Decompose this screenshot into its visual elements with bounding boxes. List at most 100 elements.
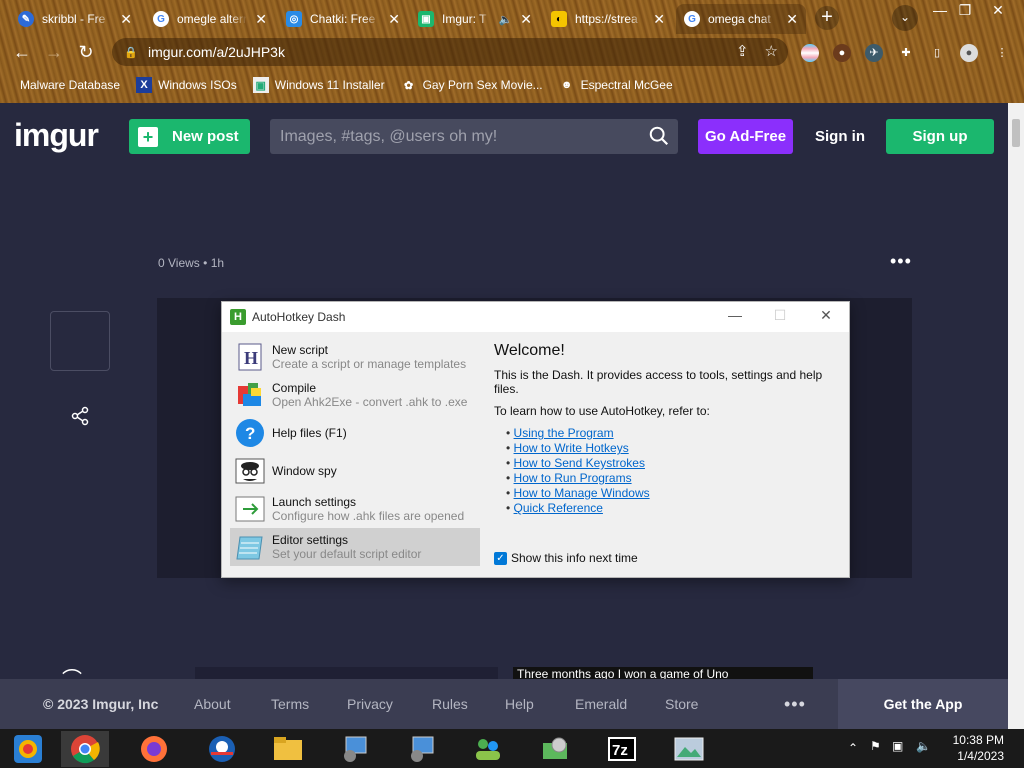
dialog-title: AutoHotkey Dash xyxy=(252,310,346,324)
avatar-extension-icon[interactable]: ● xyxy=(833,44,851,62)
get-the-app-button[interactable]: Get the App xyxy=(838,679,1008,729)
volume-icon[interactable]: 🔈 xyxy=(916,739,931,753)
footer-link-terms[interactable]: Terms xyxy=(271,696,309,712)
link-send-keystrokes[interactable]: How to Send Keystrokes xyxy=(514,456,645,470)
go-ad-free-button[interactable]: Go Ad-Free xyxy=(698,119,793,154)
dialog-close-button[interactable]: ✕ xyxy=(811,307,841,324)
related-post-caption[interactable]: Three months ago I won a game of Uno xyxy=(513,667,813,679)
star-icon[interactable]: ☆ xyxy=(765,42,778,60)
profile-icon[interactable]: ● xyxy=(960,44,978,62)
close-tab-icon[interactable]: ✕ xyxy=(653,11,665,28)
svg-text:H: H xyxy=(244,348,258,368)
reload-button[interactable]: ↻ xyxy=(74,42,98,63)
taskbar-users-icon[interactable] xyxy=(464,731,512,767)
search-input[interactable]: Images, #tags, @users oh my! xyxy=(270,119,678,154)
taskbar-firefox-icon[interactable] xyxy=(130,731,178,767)
footer-link-about[interactable]: About xyxy=(194,696,231,712)
footer-more-icon[interactable]: ••• xyxy=(784,694,806,715)
show-info-checkbox[interactable]: ✓ xyxy=(494,551,507,565)
welcome-heading: Welcome! xyxy=(494,342,565,359)
close-tab-icon[interactable]: ✕ xyxy=(120,11,132,28)
close-window-button[interactable]: ✕ xyxy=(983,2,1013,19)
launch-arrow-icon xyxy=(234,494,266,524)
address-bar[interactable]: 🔒 imgur.com/a/2uJHP3k ⇪ ☆ xyxy=(112,38,788,66)
taskbar-obama-logo-icon[interactable] xyxy=(198,731,246,767)
taskbar-7zip-icon[interactable]: 7z xyxy=(598,731,646,767)
restore-button[interactable]: ❐ xyxy=(950,2,980,19)
close-tab-icon[interactable]: ✕ xyxy=(786,11,798,28)
url-text: imgur.com/a/2uJHP3k xyxy=(148,44,285,60)
bookmark-movie[interactable]: ✿ Gay Porn Sex Movie... xyxy=(401,77,543,93)
menu-item-help-files[interactable]: ? Help files (F1) xyxy=(230,414,480,452)
more-options-icon[interactable]: ••• xyxy=(890,251,912,272)
dialog-minimize-button[interactable]: — xyxy=(720,307,750,323)
taskbar-clock[interactable]: 10:38 PM 1/4/2023 xyxy=(950,732,1004,764)
tab-search-button[interactable]: ⌄ xyxy=(892,5,918,31)
learn-text: To learn how to use AutoHotkey, refer to… xyxy=(494,404,710,418)
footer-link-emerald[interactable]: Emerald xyxy=(575,696,627,712)
close-tab-icon[interactable]: ✕ xyxy=(520,11,532,28)
scrollbar-thumb[interactable] xyxy=(1012,119,1020,147)
menu-item-new-script[interactable]: H New script Create a script or manage t… xyxy=(230,338,480,376)
link-quick-reference[interactable]: Quick Reference xyxy=(514,501,603,515)
extension-icon[interactable]: ✈ xyxy=(865,44,883,62)
bookmark-windows11-installer[interactable]: ▣ Windows 11 Installer xyxy=(252,77,385,93)
bookmark-espectral-mcgee[interactable]: ☻ Espectral McGee xyxy=(559,77,673,93)
taskbar-file-explorer-icon[interactable] xyxy=(264,731,312,767)
footer-link-help[interactable]: Help xyxy=(505,696,534,712)
taskbar-start-app-icon[interactable] xyxy=(4,731,52,767)
taskbar-setup-icon[interactable] xyxy=(331,731,379,767)
link-manage-windows[interactable]: How to Manage Windows xyxy=(514,486,650,500)
menu-icon[interactable]: ⋮ xyxy=(993,44,1011,62)
tab-skribbl[interactable]: ✎ skribbl - Fre ✕ xyxy=(10,4,140,34)
bookmark-malware-database[interactable]: Malware Database xyxy=(20,78,120,92)
taskbar-chrome-icon[interactable] xyxy=(61,731,109,767)
taskbar-photos-icon[interactable] xyxy=(665,731,713,767)
vote-box[interactable] xyxy=(50,311,110,371)
menu-item-compile[interactable]: Compile Open Ahk2Exe - convert .ahk to .… xyxy=(230,376,480,414)
footer-link-store[interactable]: Store xyxy=(665,696,698,712)
link-write-hotkeys[interactable]: How to Write Hotkeys xyxy=(514,441,629,455)
flag-extension-icon[interactable] xyxy=(801,44,819,62)
flag-icon[interactable]: ⚑ xyxy=(870,739,881,753)
new-tab-button[interactable]: + xyxy=(815,6,839,30)
tab-omega-chat[interactable]: G omega chat ✕ xyxy=(676,4,806,34)
show-info-option[interactable]: ✓ Show this info next time xyxy=(494,551,638,565)
sign-in-button[interactable]: Sign in xyxy=(808,119,872,154)
link-run-programs[interactable]: How to Run Programs xyxy=(514,471,632,485)
sign-up-button[interactable]: Sign up xyxy=(886,119,994,154)
taskbar-installer-icon[interactable] xyxy=(398,731,446,767)
taskbar-disk-icon[interactable] xyxy=(531,731,579,767)
menu-item-window-spy[interactable]: Window spy xyxy=(230,452,480,490)
imgur-logo[interactable]: imgur xyxy=(14,117,99,154)
dialog-titlebar[interactable]: H AutoHotkey Dash — ☐ ✕ xyxy=(222,302,849,332)
bookmark-windows-isos[interactable]: X Windows ISOs xyxy=(136,77,237,93)
menu-item-launch-settings[interactable]: Launch settings Configure how .ahk files… xyxy=(230,490,480,528)
back-button[interactable]: ← xyxy=(10,42,34,63)
network-icon[interactable]: ▣ xyxy=(892,739,903,753)
tab-imgur[interactable]: ▣ Imgur: T 🔈 ✕ xyxy=(410,4,540,34)
close-tab-icon[interactable]: ✕ xyxy=(388,11,400,28)
tab-chatki[interactable]: ◎ Chatki: Free ✕ xyxy=(278,4,408,34)
tab-stream[interactable]: ◐ https://strea ✕ xyxy=(543,4,673,34)
forward-button[interactable]: → xyxy=(42,42,66,63)
share-icon[interactable] xyxy=(70,406,90,426)
footer-link-rules[interactable]: Rules xyxy=(432,696,468,712)
tab-strip: ✎ skribbl - Fre ✕ G omegle altern ✕ ◎ Ch… xyxy=(0,0,1024,34)
puzzle-icon[interactable]: ✚ xyxy=(897,44,915,62)
related-post-thumbnail[interactable] xyxy=(195,667,498,679)
chevron-up-icon[interactable]: ⌃ xyxy=(848,741,858,755)
page-scrollbar[interactable] xyxy=(1008,103,1024,729)
new-post-button[interactable]: + New post xyxy=(129,119,250,154)
link-using-the-program[interactable]: Using the Program xyxy=(514,426,614,440)
footer-link-privacy[interactable]: Privacy xyxy=(347,696,393,712)
speaker-icon[interactable]: 🔈 xyxy=(499,13,513,26)
close-tab-icon[interactable]: ✕ xyxy=(255,11,267,28)
tab-omegle-alternatives[interactable]: G omegle altern ✕ xyxy=(145,4,275,34)
ghost-icon: ⌒ xyxy=(62,663,82,679)
share-icon[interactable]: ⇪ xyxy=(736,42,749,60)
sidepanel-icon[interactable]: ▯ xyxy=(928,44,946,62)
dialog-maximize-button[interactable]: ☐ xyxy=(765,307,795,324)
menu-item-editor-settings[interactable]: Editor settings Set your default script … xyxy=(230,528,480,566)
search-icon[interactable] xyxy=(648,125,670,147)
